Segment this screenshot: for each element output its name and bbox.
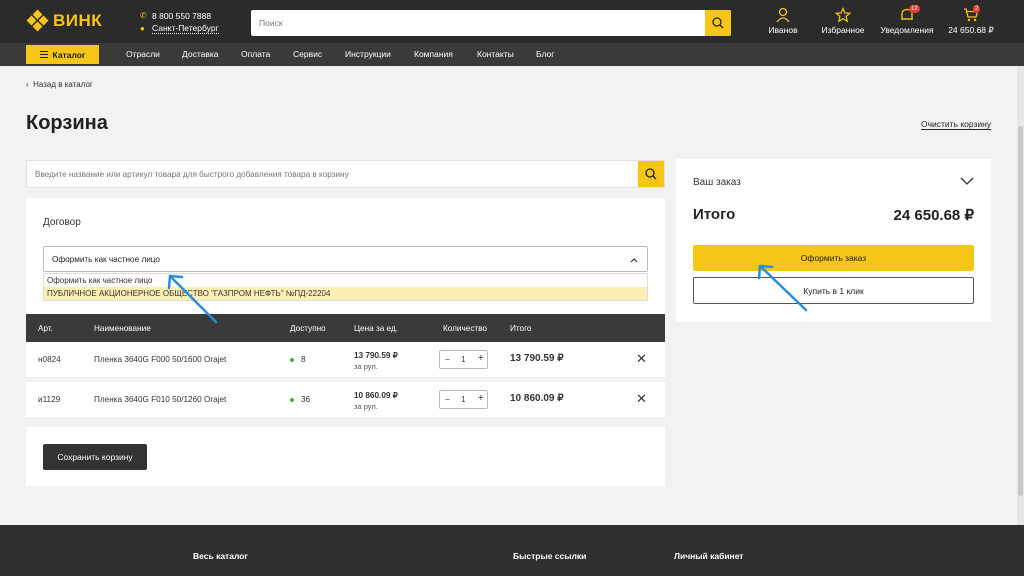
city-selector[interactable]: Санкт-Петербург <box>152 23 219 34</box>
search-input[interactable] <box>251 10 703 36</box>
scrollbar-thumb[interactable] <box>1018 126 1023 496</box>
remove-item-icon[interactable]: ✕ <box>636 392 647 405</box>
checkout-button[interactable]: Оформить заказ <box>693 245 974 271</box>
nav-link-contacts[interactable]: Контакты <box>477 49 514 59</box>
footer-quick-links-heading[interactable]: Быстрые ссылки <box>513 551 586 561</box>
search-icon <box>712 17 724 29</box>
contract-label: Договор <box>43 217 81 228</box>
buy-one-click-button[interactable]: Купить в 1 клик <box>693 277 974 304</box>
column-header-name: Наименование <box>94 324 151 333</box>
main-nav: Каталог Отрасли Доставка Оплата Сервис И… <box>0 43 1024 66</box>
notifications-label: Уведомления <box>880 25 934 35</box>
row-name[interactable]: Пленка 3640G F010 50/1260 Orajet <box>94 395 226 404</box>
notifications-badge: 12 <box>909 5 920 13</box>
footer: Весь каталог Быстрые ссылки Личный кабин… <box>0 525 1024 576</box>
nav-link-instructions[interactable]: Инструкции <box>345 49 391 59</box>
star-icon <box>835 7 851 23</box>
cart-badge: 2 <box>973 5 981 13</box>
minus-button[interactable]: − <box>445 355 450 364</box>
contract-option-private[interactable]: Оформить как частное лицо <box>44 274 647 287</box>
page-scrollbar[interactable] <box>1017 66 1024 526</box>
user-icon <box>776 7 790 23</box>
notifications[interactable]: 12 Уведомления <box>880 5 934 35</box>
column-header-available: Доступно <box>290 324 326 333</box>
cart-table-header: Арт. Наименование Доступно Цена за ед. К… <box>26 314 665 342</box>
back-to-catalog-link[interactable]: ‹ Назад в каталог <box>26 80 93 89</box>
table-row: н0824 Пленка 3640G F000 50/1600 Orajet 8… <box>26 342 665 377</box>
nav-link-industries[interactable]: Отрасли <box>126 49 160 59</box>
contract-selected-value: Оформить как частное лицо <box>52 255 160 264</box>
nav-link-blog[interactable]: Блог <box>536 49 554 59</box>
order-label: Ваш заказ <box>693 177 741 188</box>
quantity-stepper: − 1 + <box>439 390 488 409</box>
nav-link-payment[interactable]: Оплата <box>241 49 270 59</box>
clear-cart-link[interactable]: Очистить корзину <box>921 119 992 130</box>
column-header-art: Арт. <box>38 324 53 333</box>
user-account[interactable]: Иванов <box>768 7 798 35</box>
row-available: 8 <box>290 355 306 364</box>
quantity-value[interactable]: 1 <box>461 395 465 404</box>
row-total: 13 790.59 ₽ <box>510 353 564 364</box>
minus-button[interactable]: − <box>445 395 450 404</box>
in-stock-dot-icon <box>290 357 294 362</box>
header-search <box>251 10 731 36</box>
order-total-value: 24 650.68 ₽ <box>893 207 974 224</box>
cart-total: 24 650.68 ₽ <box>948 25 994 35</box>
menu-icon <box>39 49 48 60</box>
save-cart-button[interactable]: Сохранить корзину <box>43 444 147 470</box>
chevron-up-icon <box>630 258 638 263</box>
search-button[interactable] <box>705 10 731 36</box>
contract-select[interactable]: Оформить как частное лицо <box>43 246 648 272</box>
in-stock-dot-icon <box>290 397 294 402</box>
order-total-label: Итого <box>693 206 736 223</box>
favorites-label: Избранное <box>821 25 865 35</box>
column-header-quantity: Количество <box>443 324 487 333</box>
logo-icon <box>26 9 49 32</box>
plus-button[interactable]: + <box>478 353 484 364</box>
catalog-label: Каталог <box>52 49 86 60</box>
nav-link-delivery[interactable]: Доставка <box>182 49 219 59</box>
row-price: 13 790.59 ₽ за рул. <box>354 351 398 371</box>
search-icon <box>645 168 657 180</box>
order-summary: Ваш заказ Итого 24 650.68 ₽ Оформить зак… <box>676 159 991 322</box>
nav-link-service[interactable]: Сервис <box>293 49 322 59</box>
row-available: 36 <box>290 395 310 404</box>
logo[interactable]: ВИНК <box>26 9 103 32</box>
nav-link-company[interactable]: Компания <box>414 49 453 59</box>
favorites[interactable]: Избранное <box>820 7 866 35</box>
remove-item-icon[interactable]: ✕ <box>636 352 647 365</box>
quick-add-search-button[interactable] <box>638 161 664 187</box>
footer-catalog-heading[interactable]: Весь каталог <box>193 551 248 561</box>
location-pin-icon: ● <box>140 24 145 33</box>
quick-add-input[interactable] <box>27 161 637 187</box>
contacts: ✆ 8 800 550 7888 ● Санкт-Петербург <box>140 9 219 35</box>
footer-account-heading[interactable]: Личный кабинет <box>674 551 743 561</box>
contract-options-list: Оформить как частное лицо ПУБЛИЧНОЕ АКЦИ… <box>43 273 648 301</box>
logo-text: ВИНК <box>53 11 103 30</box>
quantity-stepper: − 1 + <box>439 350 488 369</box>
quick-add-search <box>26 160 665 188</box>
contract-panel: Договор Оформить как частное лицо Оформи… <box>26 198 665 314</box>
save-cart-panel: Сохранить корзину <box>26 427 665 486</box>
page-title: Корзина <box>26 112 108 134</box>
column-header-price: Цена за ед. <box>354 324 398 333</box>
user-name: Иванов <box>768 25 798 35</box>
phone-icon: ✆ <box>140 11 147 20</box>
plus-button[interactable]: + <box>478 393 484 404</box>
row-total: 10 860.09 ₽ <box>510 393 564 404</box>
column-header-total: Итого <box>510 324 532 333</box>
row-art: и1129 <box>38 395 61 404</box>
quantity-value[interactable]: 1 <box>461 355 465 364</box>
row-price: 10 860.09 ₽ за рул. <box>354 391 398 411</box>
catalog-button[interactable]: Каталог <box>26 45 99 64</box>
row-art: н0824 <box>38 355 61 364</box>
row-name[interactable]: Пленка 3640G F000 50/1600 Orajet <box>94 355 226 364</box>
phone-number[interactable]: 8 800 550 7888 <box>152 11 211 21</box>
chevron-down-icon[interactable] <box>960 174 974 188</box>
contract-option-gazprom[interactable]: ПУБЛИЧНОЕ АКЦИОНЕРНОЕ ОБЩЕСТВО "ГАЗПРОМ … <box>44 287 647 300</box>
top-header: ВИНК ✆ 8 800 550 7888 ● Санкт-Петербург Ив… <box>0 0 1024 43</box>
cart[interactable]: 2 24 650.68 ₽ <box>947 5 995 36</box>
table-row: и1129 Пленка 3640G F010 50/1260 Orajet 3… <box>26 382 665 417</box>
